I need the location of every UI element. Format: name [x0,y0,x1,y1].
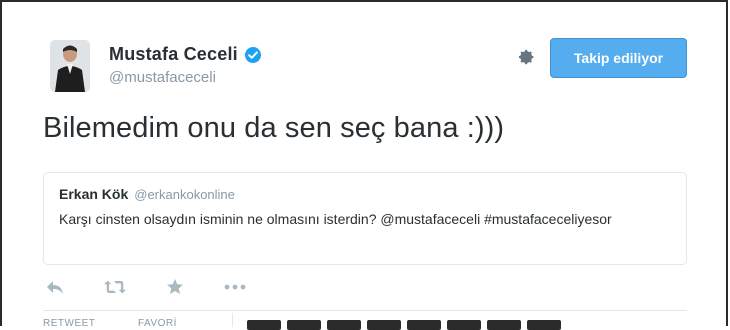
following-button[interactable]: Takip ediliyor [550,38,687,78]
favoriter-avatar[interactable] [287,320,321,330]
retweet-count-label[interactable]: RETWEET [43,318,95,329]
tweet-text: Bilemedim onu da sen seç bana :))) [43,112,505,144]
quoted-tweet-card[interactable]: Erkan Kök @erkankokonline Karşı cinsten … [43,172,687,265]
quoted-author-name: Erkan Kök [59,186,129,202]
stats-divider [43,310,687,311]
quoted-tweet-author: Erkan Kök @erkankokonline [59,186,671,202]
favorite-icon[interactable] [164,278,186,296]
favoriter-avatar[interactable] [527,320,561,330]
author-name[interactable]: Mustafa Ceceli [109,44,238,65]
favoriter-avatars[interactable] [247,320,561,330]
author-handle[interactable]: @mustafaceceli [109,69,216,86]
favoriter-avatar[interactable] [247,320,281,330]
retweet-icon[interactable] [104,278,126,296]
favoriter-avatar[interactable] [327,320,361,330]
favoriter-avatar[interactable] [487,320,521,330]
gear-icon[interactable] [514,46,536,68]
quoted-tweet-text: Karşı cinsten olsaydın isminin ne olması… [59,211,612,227]
verified-badge-icon [244,46,262,64]
more-icon[interactable] [224,278,246,296]
avatar[interactable] [50,40,90,92]
stats-separator [232,313,233,327]
favoriter-avatar[interactable] [367,320,401,330]
favorite-count-label[interactable]: FAVORİ [138,318,177,329]
author-name-row: Mustafa Ceceli [109,44,262,65]
avatar-photo [50,40,90,92]
favoriter-avatar[interactable] [447,320,481,330]
quoted-author-handle: @erkankokonline [134,187,235,202]
reply-icon[interactable] [44,278,66,296]
tweet-actions [44,278,246,296]
favoriter-avatar[interactable] [407,320,441,330]
